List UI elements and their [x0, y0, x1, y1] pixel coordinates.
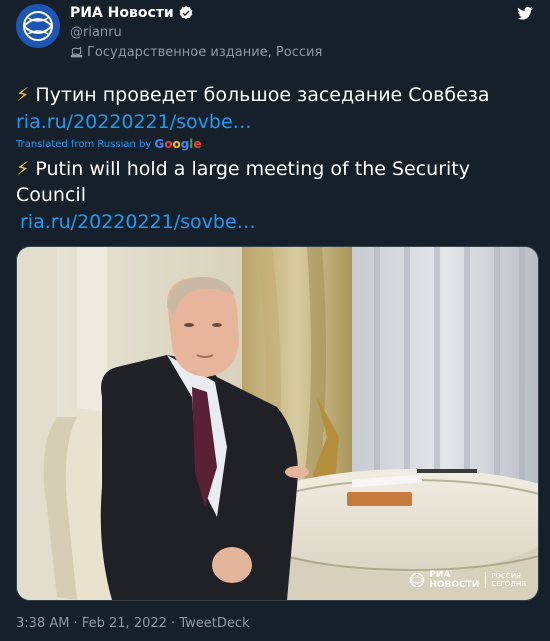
translated-text-line-1: ⚡ Putin will hold a large meeting of the … [16, 158, 470, 180]
meta-separator: · [171, 616, 176, 631]
translation-attribution[interactable]: Translated from Russian by Google [16, 137, 202, 151]
tweet-header: РИА Новости @rianru Государственное изда… [16, 4, 536, 62]
original-text-line: ⚡ Путин проведет большое заседание Совбез… [16, 84, 490, 106]
watermark-title-1: РИА [429, 570, 451, 580]
twitter-logo-icon[interactable] [516, 4, 534, 22]
watermark-sub-1: РОССИЯ [491, 572, 521, 580]
translated-text-1: Putin will hold a large meeting of the S… [35, 158, 471, 180]
state-media-label[interactable]: Государственное издание, Россия [70, 45, 322, 60]
watermark-title-2: НОВОСТИ [429, 580, 480, 590]
original-link[interactable]: ria.ru/20220221/sovbe… [16, 111, 252, 133]
translated-from-label: Translated from Russian by [16, 138, 152, 150]
tweet-photo[interactable]: РИА НОВОСТИ РОССИЯ СЕГОДНЯ [16, 246, 539, 601]
watermark-sub-2: СЕГОДНЯ [491, 580, 526, 588]
translated-link[interactable]: ria.ru/20220221/sovbe… [20, 211, 256, 233]
google-logo: Google [154, 137, 202, 151]
photo-image [17, 247, 538, 600]
account-name-row: РИА Новости [70, 5, 194, 21]
tweet-date[interactable]: Feb 21, 2022 [82, 616, 167, 631]
state-media-label-text: Государственное издание, Россия [87, 45, 323, 60]
verified-badge-icon [179, 6, 193, 20]
avatar[interactable] [16, 4, 60, 48]
tweet-source[interactable]: TweetDeck [179, 616, 249, 631]
original-text: Путин проведет большое заседание Совбеза [35, 84, 490, 106]
tweet-time[interactable]: 3:38 AM [16, 616, 69, 631]
ria-watermark: РИА НОВОСТИ РОССИЯ СЕГОДНЯ [409, 570, 526, 590]
translated-text-line-2: Council [16, 184, 86, 206]
meta-separator: · [73, 616, 78, 631]
lightning-icon: ⚡ [16, 84, 30, 106]
ria-globe-icon [410, 572, 425, 588]
account-name[interactable]: РИА Новости [70, 5, 174, 21]
lightning-icon: ⚡ [16, 158, 30, 180]
account-handle[interactable]: @rianru [70, 25, 122, 40]
state-media-icon [70, 46, 83, 58]
tweet-meta: 3:38 AM · Feb 21, 2022 · TweetDeck [16, 616, 250, 631]
